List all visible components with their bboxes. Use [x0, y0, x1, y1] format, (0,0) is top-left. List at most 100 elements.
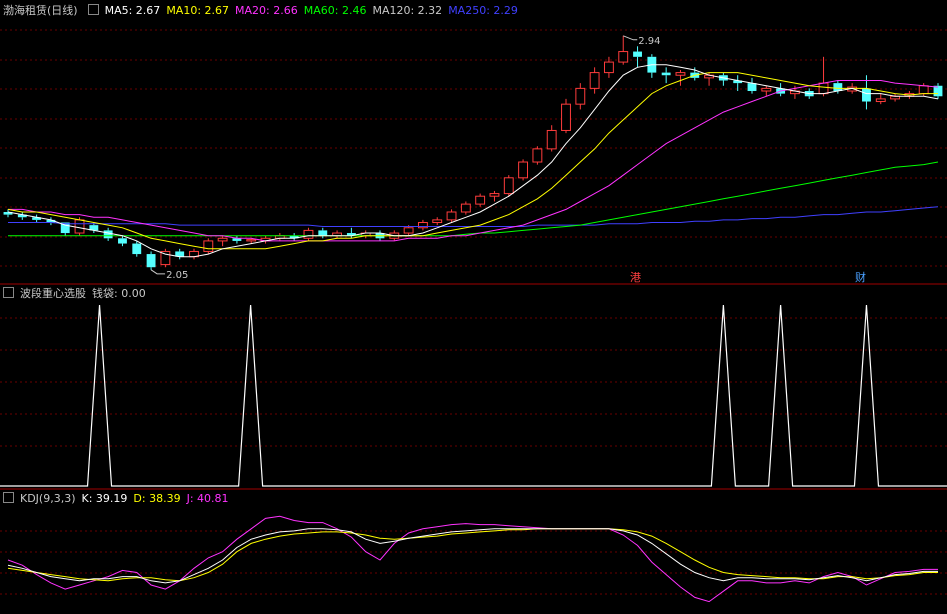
candle-body — [661, 72, 671, 76]
candle-body — [633, 51, 642, 57]
collapse-toggle-icon[interactable] — [3, 287, 14, 298]
candle-body — [518, 161, 529, 179]
event-marker-hk: 港 — [630, 271, 641, 284]
candle — [160, 248, 171, 268]
candle-body — [118, 238, 127, 244]
candle — [561, 98, 571, 134]
candle — [647, 54, 657, 78]
candle — [289, 233, 299, 241]
candle-body — [546, 129, 557, 150]
candle-body — [561, 103, 571, 131]
band-gravity-indicator — [0, 304, 947, 487]
kdj-d-value: D: 38.39 — [133, 492, 181, 505]
candle — [718, 72, 728, 86]
candle — [546, 125, 557, 152]
high-price-label: 2.94 — [638, 36, 660, 47]
kdj-lines — [7, 515, 938, 603]
candle — [518, 159, 529, 181]
candle-body — [933, 85, 943, 97]
candle-body — [603, 61, 614, 74]
candle — [32, 214, 42, 223]
candle — [303, 227, 314, 241]
kdj-panel-title: KDJ(9,3,3) — [20, 492, 76, 505]
candle-body — [918, 85, 929, 95]
candle-body — [74, 219, 85, 234]
candle — [661, 67, 671, 84]
grid-lines — [0, 29, 947, 595]
candle — [675, 69, 686, 86]
candle — [446, 209, 457, 223]
candle-body — [575, 87, 586, 105]
kdj-j-line — [7, 515, 938, 603]
candle-body — [862, 88, 871, 102]
mid-panel-title: 波段重心选股 — [20, 287, 86, 300]
event-marker-finance: 财 — [855, 270, 866, 284]
candle — [189, 248, 199, 260]
candle-body — [203, 240, 214, 252]
band-gravity-line — [0, 304, 947, 487]
legend-ma120: MA120: 2.32 — [372, 4, 443, 17]
kdj-k-line — [7, 528, 938, 584]
legend-ma5: MA5: 2.67 — [104, 4, 161, 17]
legend-ma250: MA250: 2.29 — [448, 4, 518, 17]
collapse-toggle-icon[interactable] — [87, 4, 99, 15]
candle-body — [318, 230, 328, 236]
candle-body — [618, 51, 629, 63]
price-annotations: 2.94 2.05 港 财 — [150, 35, 866, 284]
candle-body — [446, 211, 457, 221]
candle-body — [146, 254, 156, 268]
candle — [103, 227, 113, 241]
chart-stage: 2.94 2.05 港 财 — [0, 29, 947, 603]
candle — [875, 93, 886, 105]
candle — [589, 67, 600, 94]
candle — [3, 209, 13, 218]
candle — [475, 193, 486, 207]
main-panel-title: 渤海租赁(日线) — [3, 4, 78, 17]
candle — [132, 240, 142, 257]
candle — [203, 238, 214, 255]
legend-ma20: MA20: 2.66 — [235, 4, 298, 17]
legend-ma10: MA10: 2.67 — [166, 4, 230, 17]
low-price-label: 2.05 — [166, 270, 188, 281]
candle — [633, 46, 642, 68]
candle — [503, 175, 514, 197]
kdj-panel-header: KDJ(9,3,3) K: 39.19 D: 38.39 J: 40.81 — [0, 491, 235, 507]
low-pointer — [150, 269, 166, 275]
candle — [175, 248, 185, 260]
candle-body — [503, 177, 514, 195]
candle-body — [875, 98, 886, 103]
candle — [460, 201, 471, 215]
candle — [575, 83, 586, 110]
candle — [747, 77, 757, 94]
candle-body — [132, 243, 142, 255]
ma250-line — [8, 206, 939, 227]
candle-body — [403, 227, 414, 234]
mid-panel-value: 钱袋: 0.00 — [92, 287, 146, 300]
candle-body — [833, 83, 843, 92]
candle-body — [475, 195, 486, 205]
kdj-d-line — [7, 528, 938, 582]
candle — [933, 83, 943, 99]
candle — [432, 217, 443, 226]
high-pointer — [623, 35, 638, 41]
candle — [360, 230, 371, 239]
kdj-j-value: J: 40.81 — [186, 492, 229, 505]
candle-body — [589, 72, 600, 89]
candle — [417, 219, 428, 231]
candle-body — [217, 237, 228, 242]
candle — [274, 233, 285, 241]
candle-body — [303, 229, 314, 239]
candle — [890, 93, 901, 102]
candle — [146, 251, 156, 270]
candle-body — [747, 83, 757, 92]
candle — [776, 83, 786, 97]
collapse-toggle-icon[interactable] — [3, 492, 14, 503]
candle-body — [246, 239, 257, 242]
candle-body — [460, 203, 471, 213]
candle — [489, 190, 500, 202]
mid-panel-header: 波段重心选股 钱袋: 0.00 — [0, 286, 152, 302]
candle-body — [432, 219, 443, 224]
ma10-line — [7, 72, 938, 250]
candle-body — [103, 230, 113, 239]
main-panel-header: 渤海租赁(日线) MA5: 2.67 MA10: 2.67 MA20: 2.66 MA6… — [0, 3, 524, 19]
